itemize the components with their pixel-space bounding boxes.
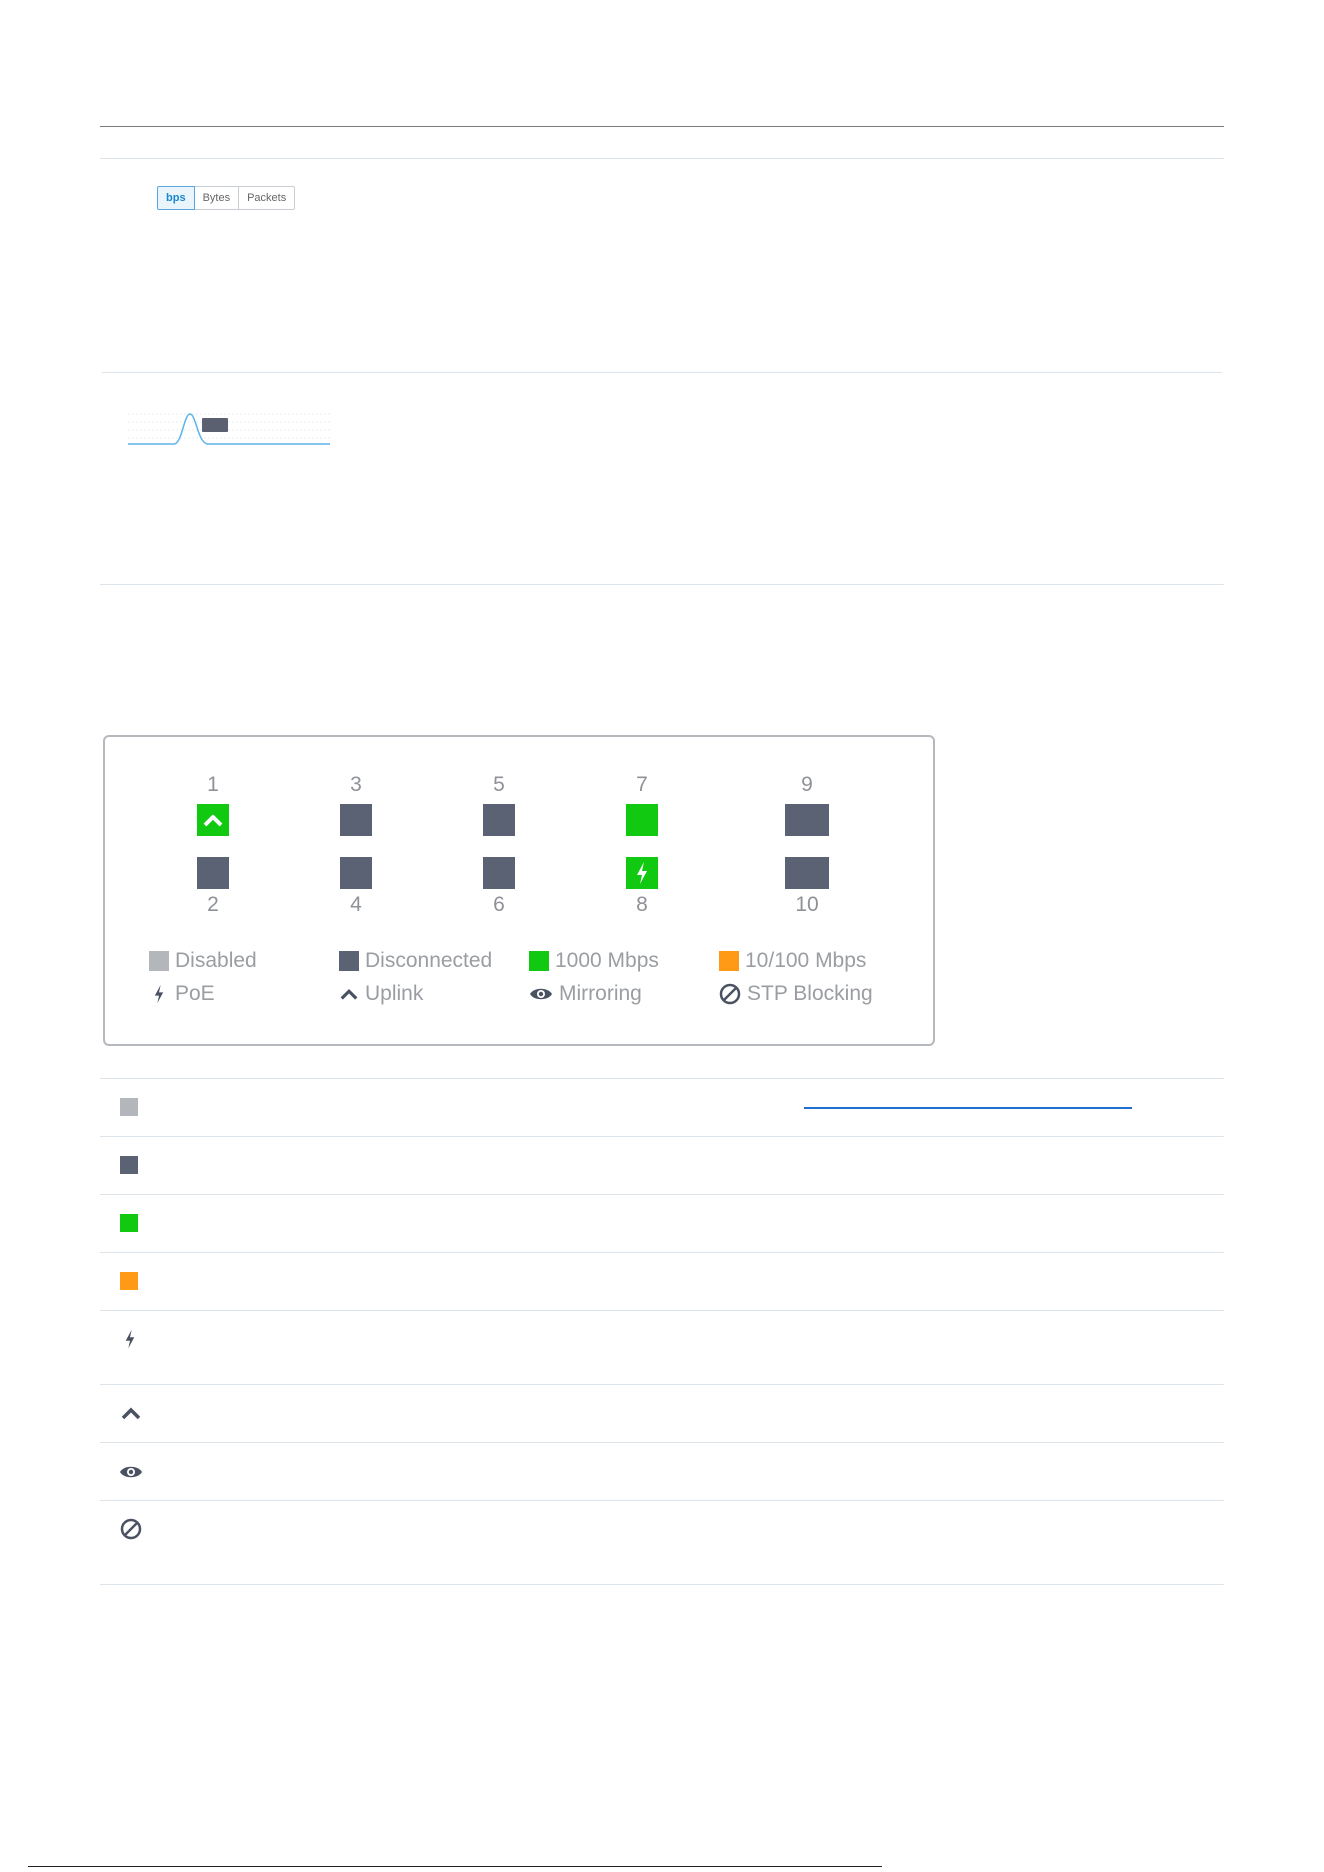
toggle-packets[interactable]: Packets — [239, 186, 296, 210]
legend-label: STP Blocking — [747, 982, 873, 1005]
table-row — [100, 1384, 1224, 1442]
table-row — [100, 1442, 1224, 1500]
lightning-icon — [149, 983, 169, 1005]
port-9[interactable] — [785, 804, 829, 836]
disconnected-swatch — [120, 1156, 138, 1174]
legend-label: Disabled — [175, 949, 257, 972]
port-number: 5 — [493, 773, 505, 796]
legend-label: Uplink — [365, 982, 424, 1005]
legend-stp: STP Blocking — [719, 982, 873, 1006]
switch-port-panel: 1 3 5 7 9 2 4 6 8 10 Disabled Disconnect… — [103, 735, 935, 1046]
legend-poe: PoE — [149, 982, 215, 1006]
section-divider — [100, 158, 1224, 159]
legend-label: PoE — [175, 982, 215, 1005]
unit-toggle: bps Bytes Packets — [157, 186, 296, 210]
port-7[interactable] — [626, 804, 658, 836]
port-4[interactable] — [340, 857, 372, 889]
legend-label: 1000 Mbps — [555, 949, 659, 972]
disabled-swatch — [149, 951, 169, 971]
port-6[interactable] — [483, 857, 515, 889]
lightning-icon — [637, 862, 647, 884]
port-8[interactable] — [626, 857, 658, 889]
legend-gigabit: 1000 Mbps — [529, 949, 659, 973]
hyperlink-underline[interactable] — [804, 1107, 1132, 1109]
chevron-up-icon — [339, 983, 359, 1005]
eye-icon — [529, 983, 553, 1005]
traffic-sparkline-thumbnail — [128, 413, 330, 445]
legend-label: 10/100 Mbps — [745, 949, 867, 972]
section-divider — [100, 584, 1224, 585]
legend-label: Mirroring — [559, 982, 642, 1005]
port-number: 9 — [801, 773, 813, 796]
port-10[interactable] — [785, 857, 829, 889]
port-number: 10 — [795, 893, 819, 916]
legend-label: Disconnected — [365, 949, 493, 972]
disabled-swatch — [120, 1098, 138, 1116]
header-rule — [100, 126, 1224, 127]
table-row — [100, 1252, 1224, 1310]
port-1[interactable] — [197, 804, 229, 836]
toggle-bps[interactable]: bps — [157, 186, 195, 210]
table-rule — [100, 1584, 1224, 1585]
port-number: 1 — [207, 773, 219, 796]
footer-rule — [28, 1866, 882, 1867]
port-number: 6 — [493, 893, 505, 916]
legend-disconnected: Disconnected — [339, 949, 492, 973]
blocked-icon — [120, 1518, 142, 1540]
section-divider — [102, 372, 1222, 373]
disconnected-swatch — [339, 951, 359, 971]
port-number: 8 — [636, 893, 648, 916]
legend-mirroring: Mirroring — [529, 982, 642, 1006]
lightning-icon — [125, 1329, 135, 1349]
fast-swatch — [719, 951, 739, 971]
legend-disabled: Disabled — [149, 949, 257, 973]
table-row — [100, 1136, 1224, 1194]
table-row — [100, 1310, 1224, 1384]
toggle-bytes[interactable]: Bytes — [194, 186, 240, 210]
gigabit-swatch — [529, 951, 549, 971]
table-row — [100, 1500, 1224, 1584]
port-3[interactable] — [340, 804, 372, 836]
chevron-up-icon — [203, 815, 223, 827]
port-number: 4 — [350, 893, 362, 916]
port-5[interactable] — [483, 804, 515, 836]
fast-swatch — [120, 1272, 138, 1290]
port-number: 3 — [350, 773, 362, 796]
table-row — [100, 1194, 1224, 1252]
port-2[interactable] — [197, 857, 229, 889]
eye-icon — [120, 1466, 142, 1478]
legend-uplink: Uplink — [339, 982, 423, 1006]
chevron-up-icon — [121, 1407, 141, 1420]
blocked-icon — [719, 983, 741, 1005]
gigabit-swatch — [120, 1214, 138, 1232]
legend-fast: 10/100 Mbps — [719, 949, 866, 973]
port-number: 2 — [207, 893, 219, 916]
port-number: 7 — [636, 773, 648, 796]
